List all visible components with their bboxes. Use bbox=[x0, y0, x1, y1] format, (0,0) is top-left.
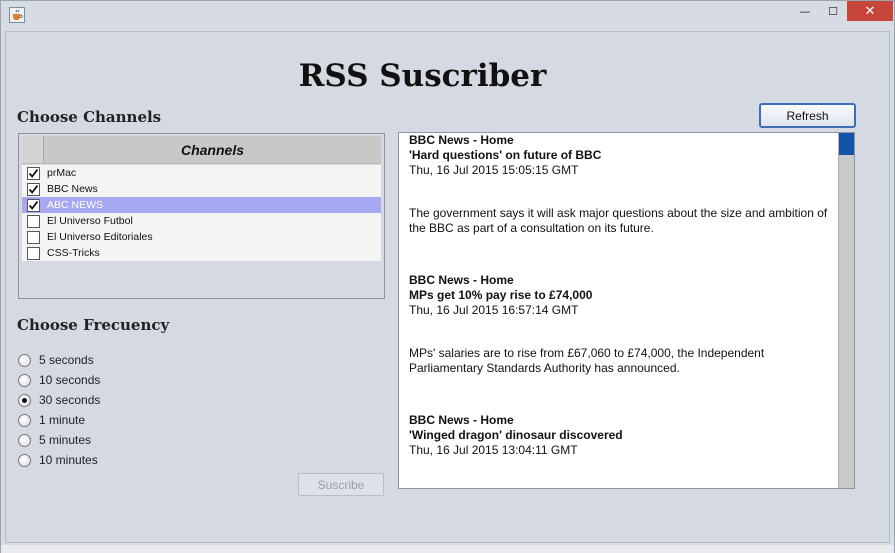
news-source: BBC News - Home bbox=[409, 273, 514, 287]
news-item: BBC News - Home MPs get 10% pay rise to £… bbox=[409, 273, 838, 376]
channel-row[interactable]: El Universo Futbol bbox=[22, 213, 381, 229]
channel-row[interactable]: ABC NEWS bbox=[22, 197, 381, 213]
channel-checkbox-cell[interactable] bbox=[22, 166, 44, 180]
checkmark-icon bbox=[28, 200, 38, 210]
news-title: 'Hard questions' on future of BBC bbox=[409, 148, 602, 162]
radio-button[interactable] bbox=[18, 433, 31, 447]
frequency-option-label: 5 minutes bbox=[39, 433, 92, 447]
news-title: MPs get 10% pay rise to £74,000 bbox=[409, 288, 593, 302]
refresh-button[interactable]: Refresh bbox=[759, 103, 856, 128]
frequency-option[interactable]: 5 seconds bbox=[18, 350, 100, 370]
news-feed-panel: BBC News - Home 'Hard questions' on futur… bbox=[398, 132, 855, 489]
checkmark-icon bbox=[28, 184, 38, 194]
frequency-radio-group: 5 seconds 10 seconds 30 seconds 1 minute 5 m… bbox=[18, 350, 100, 470]
frequency-option[interactable]: 30 seconds bbox=[18, 390, 100, 410]
news-date: Thu, 16 Jul 2015 16:57:14 GMT bbox=[409, 303, 579, 317]
suscribe-button[interactable]: Suscribe bbox=[298, 473, 384, 496]
channel-row[interactable]: BBC News bbox=[22, 181, 381, 197]
channel-checkbox[interactable] bbox=[26, 166, 40, 180]
frequency-option-label: 30 seconds bbox=[39, 393, 101, 407]
news-title: 'Winged dragon' dinosaur discovered bbox=[409, 428, 623, 442]
channel-row[interactable]: El Universo Editoriales bbox=[22, 229, 381, 245]
channel-name: BBC News bbox=[47, 183, 98, 195]
title-bar[interactable]: — ☐ ✕ bbox=[1, 1, 894, 29]
channel-checkbox-cell[interactable] bbox=[22, 230, 44, 244]
frequency-option[interactable]: 10 minutes bbox=[18, 450, 100, 470]
radio-button[interactable] bbox=[18, 353, 31, 367]
news-item: BBC News - Home 'Hard questions' on futur… bbox=[409, 133, 838, 236]
main-content: RSS Suscriber Choose Channels Refresh Ch… bbox=[5, 31, 890, 543]
channel-checkbox-cell[interactable] bbox=[22, 198, 44, 212]
close-button[interactable]: ✕ bbox=[847, 1, 893, 21]
choose-channels-label: Choose Channels bbox=[17, 108, 162, 126]
news-item: BBC News - Home 'Winged dragon' dinosaur … bbox=[409, 413, 838, 458]
channel-checkbox-cell[interactable] bbox=[22, 214, 44, 228]
channels-column-header[interactable]: Channels bbox=[44, 136, 381, 163]
frequency-option-label: 5 seconds bbox=[39, 353, 94, 367]
channel-name: El Universo Futbol bbox=[47, 215, 133, 227]
radio-button[interactable] bbox=[18, 393, 31, 407]
frequency-option-label: 10 minutes bbox=[39, 453, 98, 467]
channel-name: CSS-Tricks bbox=[47, 247, 100, 259]
news-description: The government says it will ask major qu… bbox=[409, 206, 828, 235]
channel-checkbox-cell[interactable] bbox=[22, 182, 44, 196]
app-window: — ☐ ✕ RSS Suscriber Choose Channels Refr… bbox=[0, 0, 895, 553]
news-date: Thu, 16 Jul 2015 13:04:11 GMT bbox=[409, 443, 578, 457]
choose-frequency-label: Choose Frecuency bbox=[17, 316, 170, 334]
news-description: MPs' salaries are to rise from £67,060 t… bbox=[409, 346, 765, 375]
java-cup-icon bbox=[9, 7, 25, 23]
channel-row[interactable]: prMac bbox=[22, 165, 381, 181]
frequency-option-label: 10 seconds bbox=[39, 373, 101, 387]
channel-checkbox[interactable] bbox=[26, 214, 40, 228]
channel-name: ABC NEWS bbox=[47, 199, 104, 211]
scrollbar-thumb[interactable] bbox=[839, 133, 854, 155]
news-source: BBC News - Home bbox=[409, 133, 514, 147]
news-feed-list[interactable]: BBC News - Home 'Hard questions' on futur… bbox=[399, 133, 838, 488]
channel-row[interactable]: CSS-Tricks bbox=[22, 245, 381, 261]
news-scrollbar[interactable] bbox=[838, 133, 854, 488]
window-bottom-edge bbox=[1, 545, 894, 553]
checkbox-column-header[interactable] bbox=[22, 136, 44, 163]
channels-table-header: Channels bbox=[22, 136, 381, 164]
frequency-option[interactable]: 10 seconds bbox=[18, 370, 100, 390]
checkmark-icon bbox=[28, 168, 38, 178]
frequency-option-label: 1 minute bbox=[39, 413, 86, 427]
radio-button[interactable] bbox=[18, 413, 31, 427]
channel-checkbox-cell[interactable] bbox=[22, 246, 44, 260]
channel-name: prMac bbox=[47, 167, 77, 179]
news-date: Thu, 16 Jul 2015 15:05:15 GMT bbox=[409, 163, 579, 177]
maximize-button[interactable]: ☐ bbox=[819, 1, 847, 21]
frequency-option[interactable]: 5 minutes bbox=[18, 430, 100, 450]
channel-checkbox[interactable] bbox=[26, 230, 40, 244]
radio-button[interactable] bbox=[18, 373, 31, 387]
minimize-button[interactable]: — bbox=[791, 1, 819, 21]
channel-checkbox[interactable] bbox=[26, 182, 40, 196]
radio-button[interactable] bbox=[18, 453, 31, 467]
page-title: RSS Suscriber bbox=[298, 58, 547, 94]
frequency-option[interactable]: 1 minute bbox=[18, 410, 100, 430]
channel-checkbox[interactable] bbox=[26, 246, 40, 260]
channel-name: El Universo Editoriales bbox=[47, 231, 153, 243]
channel-checkbox[interactable] bbox=[26, 198, 40, 212]
news-source: BBC News - Home bbox=[409, 413, 514, 427]
channels-table: Channels prMac BBC News ABC NEWS El Univers… bbox=[18, 133, 385, 299]
channel-list: prMac BBC News ABC NEWS El Universo Futbol E… bbox=[22, 165, 381, 261]
